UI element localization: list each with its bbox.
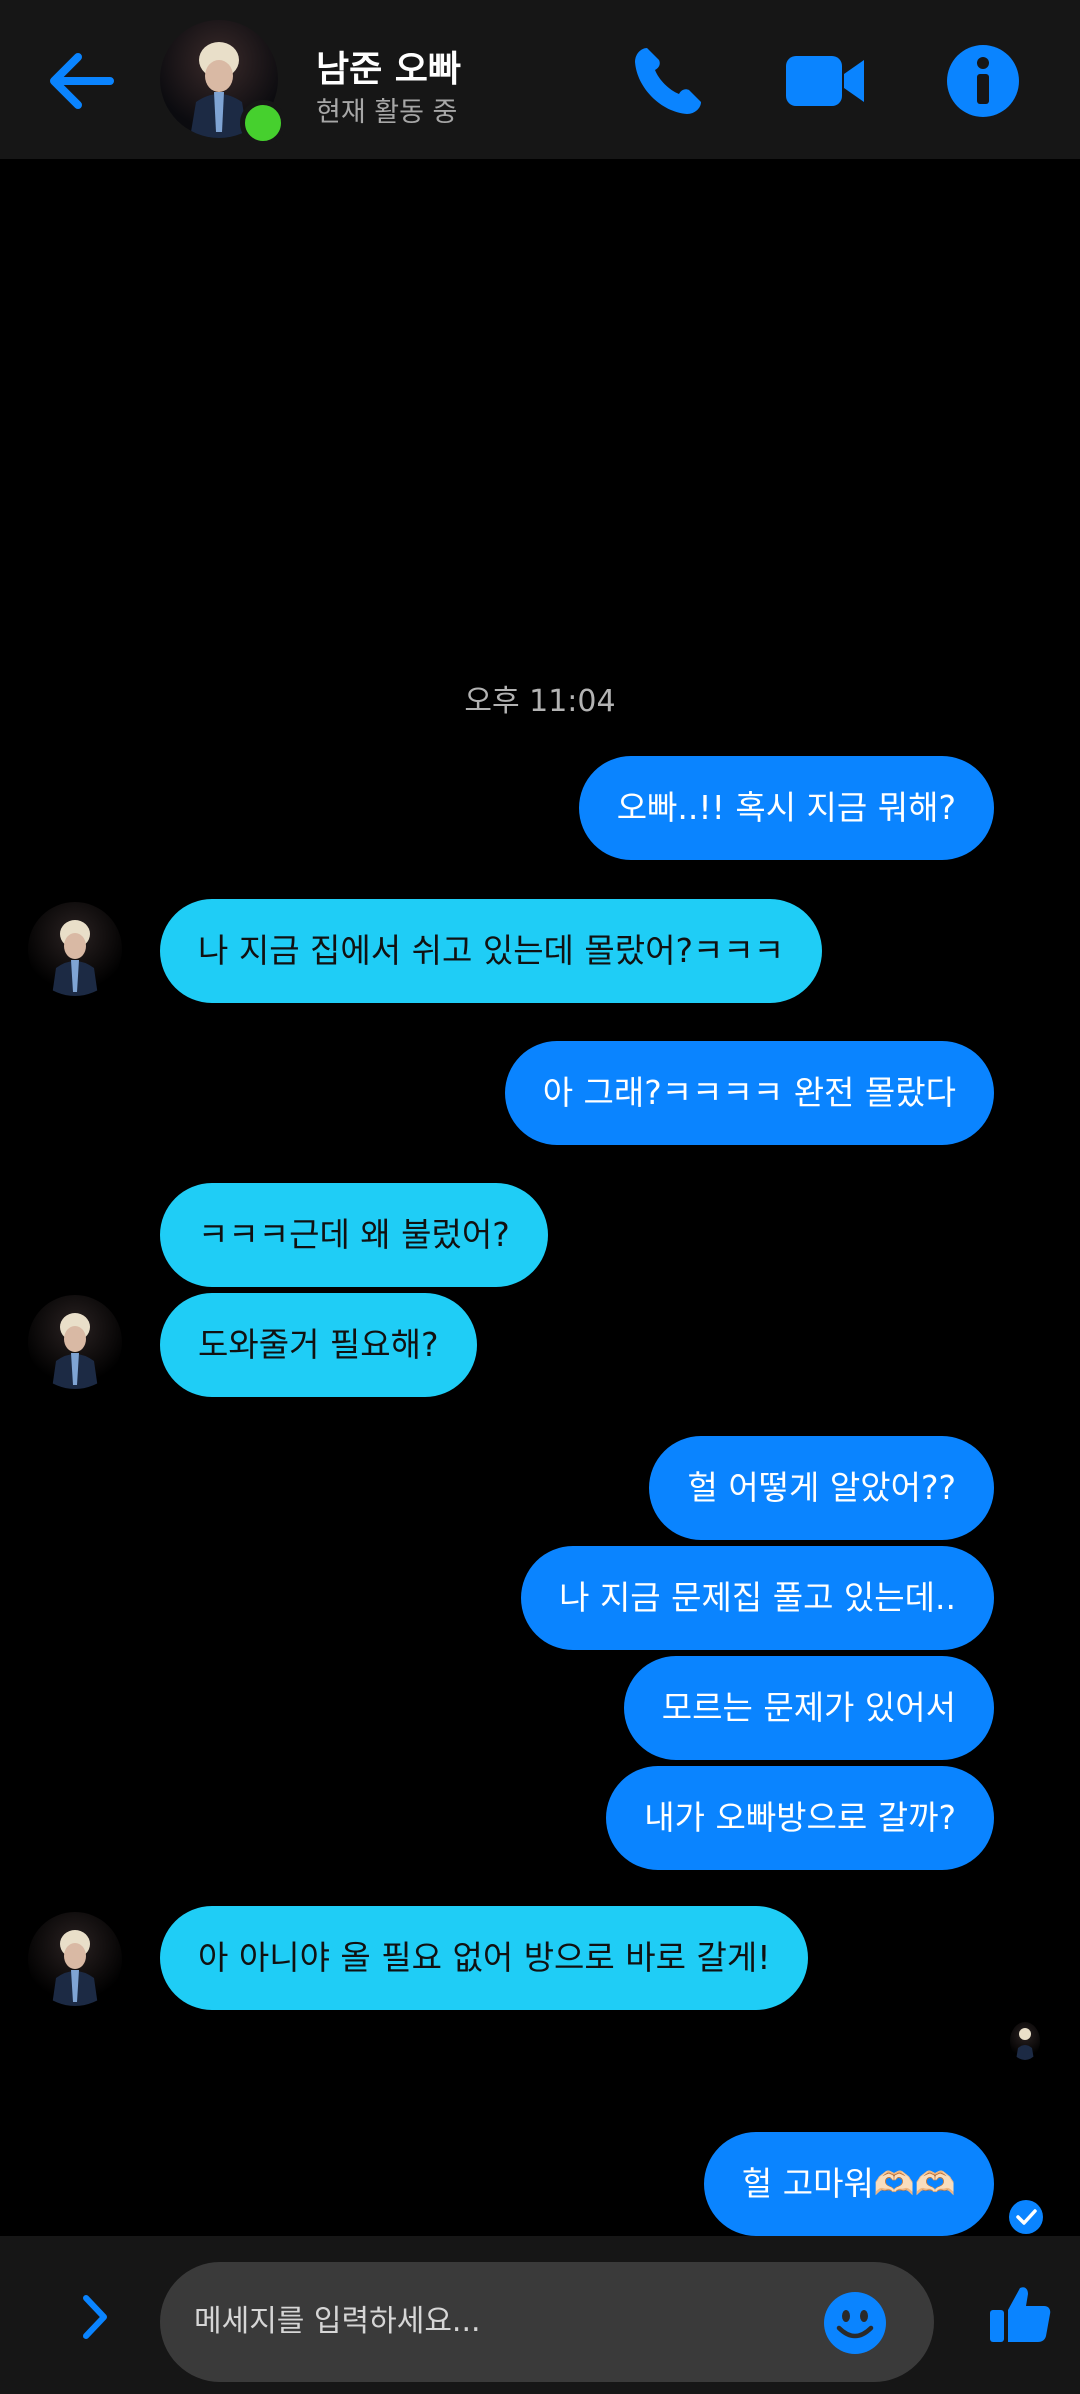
composer-bar: 메세지를 입력하세요... bbox=[0, 2236, 1080, 2394]
delivered-check-icon bbox=[1009, 2200, 1043, 2234]
video-camera-icon[interactable] bbox=[782, 38, 868, 124]
message-input-placeholder: 메세지를 입력하세요... bbox=[194, 2304, 481, 2339]
message-timestamp: 오후 11:04 bbox=[464, 684, 616, 719]
smiley-icon[interactable] bbox=[822, 2290, 888, 2356]
contact-avatar-small[interactable] bbox=[28, 1912, 122, 2006]
contact-avatar[interactable] bbox=[160, 20, 286, 146]
profile-photo bbox=[52, 1313, 98, 1389]
sent-message[interactable]: 모르는 문제가 있어서 bbox=[623, 1656, 994, 1760]
received-message[interactable]: 도와줄거 필요해? bbox=[160, 1293, 477, 1397]
sent-message[interactable]: 내가 오빠방으로 갈까? bbox=[606, 1766, 994, 1870]
active-status: 현재 활동 중 bbox=[316, 97, 458, 128]
sent-message[interactable]: 나 지금 문제집 풀고 있는데.. bbox=[521, 1546, 994, 1650]
sent-message[interactable]: 헐 어떻게 알았어?? bbox=[649, 1436, 994, 1540]
contact-avatar-small[interactable] bbox=[28, 1295, 122, 1389]
contact-avatar-small[interactable] bbox=[28, 902, 122, 996]
sent-message[interactable]: 아 그래?ㅋㅋㅋㅋ 완전 몰랐다 bbox=[504, 1041, 994, 1145]
sent-message[interactable]: 오빠..!! 혹시 지금 뭐해? bbox=[578, 756, 994, 860]
received-message[interactable]: ㅋㅋㅋ근데 왜 불렀어? bbox=[160, 1183, 548, 1287]
phone-icon[interactable] bbox=[625, 38, 711, 124]
arrow-left-icon[interactable] bbox=[40, 40, 122, 122]
received-message[interactable]: 나 지금 집에서 쉬고 있는데 몰랐어?ㅋㅋㅋ bbox=[160, 899, 823, 1003]
info-icon[interactable] bbox=[940, 38, 1026, 124]
chevron-right-icon[interactable] bbox=[70, 2292, 120, 2342]
chat-header: 남준 오빠 현재 활동 중 bbox=[0, 0, 1080, 159]
seen-avatar bbox=[1010, 2022, 1040, 2060]
online-status-dot bbox=[240, 100, 286, 146]
profile-photo bbox=[1016, 2028, 1034, 2060]
sent-message[interactable]: 헐 고마워🫶🏻🫶🏻 bbox=[703, 2132, 994, 2236]
contact-name[interactable]: 남준 오빠 bbox=[316, 40, 461, 92]
thumbs-up-icon[interactable] bbox=[988, 2282, 1052, 2346]
profile-photo bbox=[52, 920, 98, 996]
message-input[interactable]: 메세지를 입력하세요... bbox=[160, 2262, 934, 2382]
received-message[interactable]: 아 아니야 올 필요 없어 방으로 바로 갈게! bbox=[160, 1906, 809, 2010]
profile-photo bbox=[52, 1930, 98, 2006]
